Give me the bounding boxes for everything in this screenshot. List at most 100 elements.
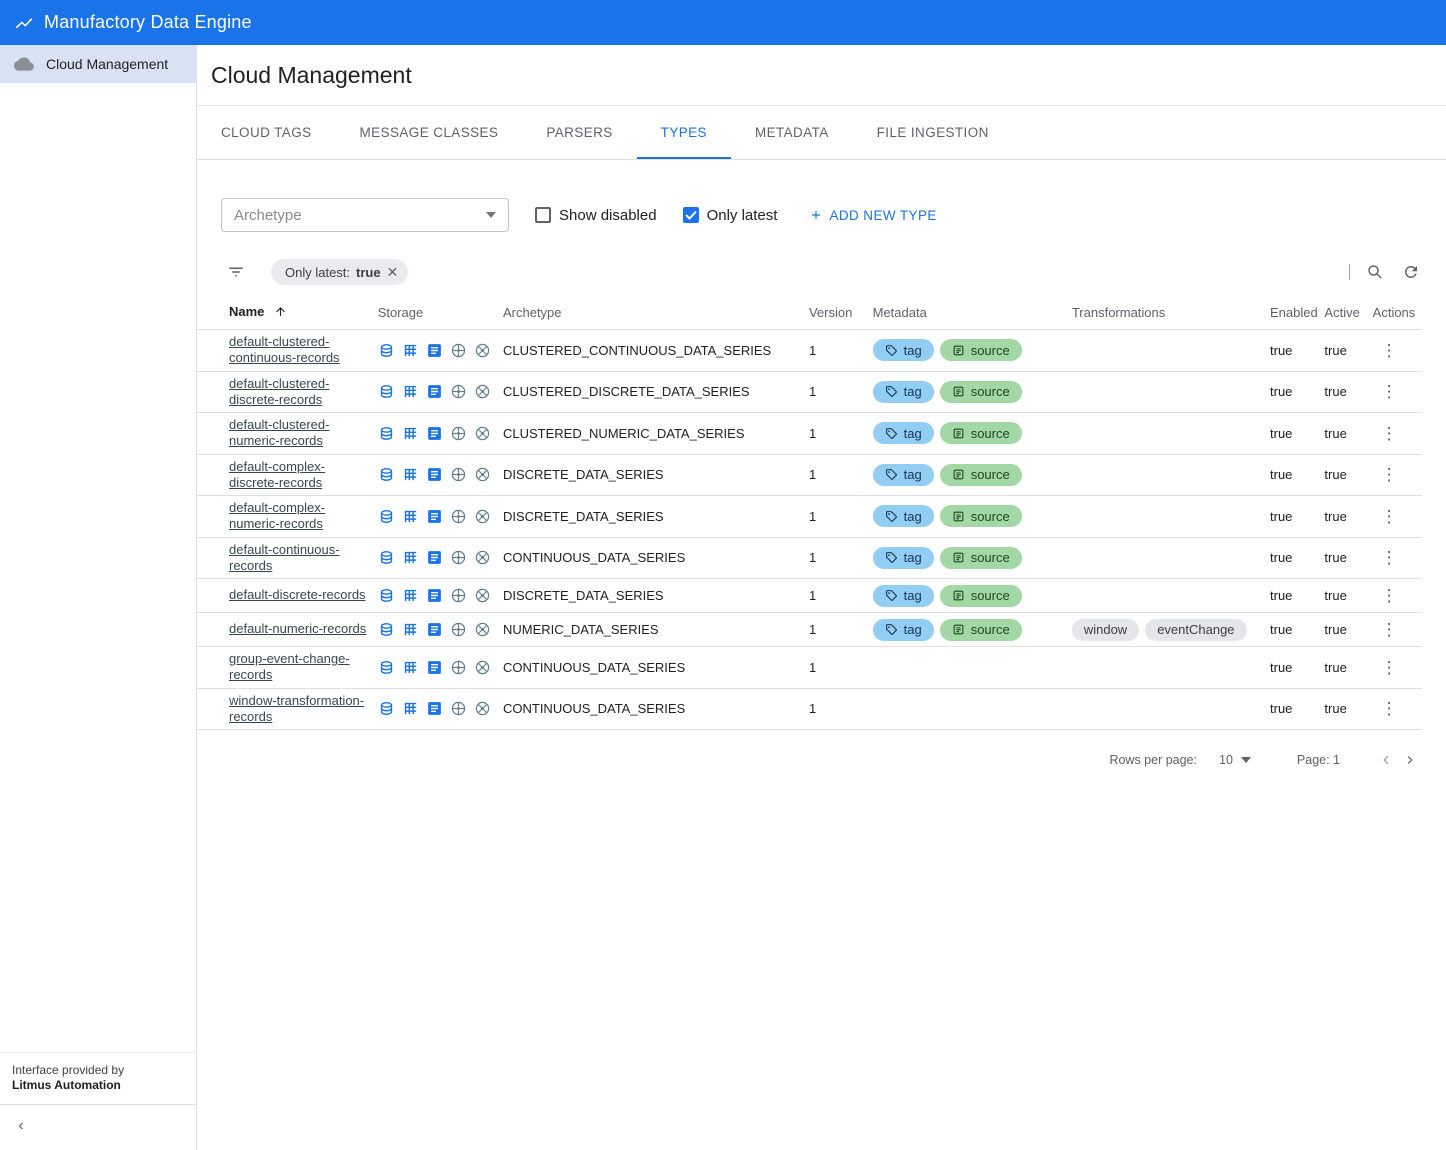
filter-list-icon[interactable] (227, 263, 245, 281)
node-icon[interactable] (474, 549, 491, 566)
database-icon[interactable] (378, 383, 395, 400)
source-chip[interactable]: source (940, 619, 1022, 641)
document-icon[interactable] (426, 549, 443, 566)
next-page-button[interactable] (1398, 748, 1422, 772)
tab-metadata[interactable]: METADATA (731, 106, 853, 159)
rows-per-page-select[interactable]: 10 (1219, 753, 1251, 767)
database-icon[interactable] (378, 425, 395, 442)
node-icon[interactable] (474, 383, 491, 400)
tag-chip[interactable]: tag (873, 547, 934, 569)
table-grid-icon[interactable] (402, 659, 419, 676)
only-latest-checkbox[interactable]: Only latest (683, 207, 778, 224)
source-chip[interactable]: source (940, 339, 1022, 361)
type-name-link[interactable]: default-complex-numeric-records (229, 500, 374, 533)
previous-page-button[interactable] (1374, 748, 1398, 772)
database-icon[interactable] (378, 587, 395, 604)
hub-icon[interactable] (450, 383, 467, 400)
table-grid-icon[interactable] (402, 587, 419, 604)
hub-icon[interactable] (450, 466, 467, 483)
hub-icon[interactable] (450, 342, 467, 359)
hub-icon[interactable] (450, 659, 467, 676)
node-icon[interactable] (474, 425, 491, 442)
row-actions-button[interactable]: ⋮ (1373, 462, 1406, 487)
database-icon[interactable] (378, 466, 395, 483)
type-name-link[interactable]: default-numeric-records (229, 621, 366, 637)
table-grid-icon[interactable] (402, 700, 419, 717)
source-chip[interactable]: source (940, 505, 1022, 527)
hub-icon[interactable] (450, 587, 467, 604)
collapse-sidebar-button[interactable] (14, 1117, 28, 1138)
tab-parsers[interactable]: PARSERS (522, 106, 636, 159)
tab-file-ingestion[interactable]: FILE INGESTION (853, 106, 1013, 159)
row-actions-button[interactable]: ⋮ (1373, 545, 1406, 570)
node-icon[interactable] (474, 621, 491, 638)
row-actions-button[interactable]: ⋮ (1373, 655, 1406, 680)
database-icon[interactable] (378, 342, 395, 359)
row-actions-button[interactable]: ⋮ (1373, 379, 1406, 404)
hub-icon[interactable] (450, 425, 467, 442)
type-name-link[interactable]: default-continuous-records (229, 542, 374, 575)
database-icon[interactable] (378, 621, 395, 638)
type-name-link[interactable]: default-clustered-discrete-records (229, 376, 374, 409)
node-icon[interactable] (474, 508, 491, 525)
row-actions-button[interactable]: ⋮ (1373, 583, 1406, 608)
node-icon[interactable] (474, 659, 491, 676)
sidebar-item-cloud-management[interactable]: Cloud Management (0, 45, 196, 83)
search-icon[interactable] (1364, 261, 1386, 283)
col-header-name[interactable]: Name (197, 298, 378, 330)
tag-chip[interactable]: tag (873, 619, 934, 641)
node-icon[interactable] (474, 466, 491, 483)
document-icon[interactable] (426, 466, 443, 483)
hub-icon[interactable] (450, 508, 467, 525)
refresh-icon[interactable] (1400, 261, 1422, 283)
table-grid-icon[interactable] (402, 425, 419, 442)
document-icon[interactable] (426, 700, 443, 717)
database-icon[interactable] (378, 508, 395, 525)
tag-chip[interactable]: tag (873, 464, 934, 486)
source-chip[interactable]: source (940, 381, 1022, 403)
node-icon[interactable] (474, 700, 491, 717)
tag-chip[interactable]: tag (873, 505, 934, 527)
table-grid-icon[interactable] (402, 549, 419, 566)
row-actions-button[interactable]: ⋮ (1373, 504, 1406, 529)
type-name-link[interactable]: default-complex-discrete-records (229, 459, 374, 492)
document-icon[interactable] (426, 425, 443, 442)
node-icon[interactable] (474, 587, 491, 604)
document-icon[interactable] (426, 508, 443, 525)
add-new-type-button[interactable]: ADD NEW TYPE (809, 208, 936, 223)
row-actions-button[interactable]: ⋮ (1373, 696, 1406, 721)
hub-icon[interactable] (450, 549, 467, 566)
row-actions-button[interactable]: ⋮ (1373, 421, 1406, 446)
document-icon[interactable] (426, 342, 443, 359)
database-icon[interactable] (378, 549, 395, 566)
tab-cloud-tags[interactable]: CLOUD TAGS (197, 106, 336, 159)
tag-chip[interactable]: tag (873, 339, 934, 361)
database-icon[interactable] (378, 659, 395, 676)
document-icon[interactable] (426, 587, 443, 604)
table-grid-icon[interactable] (402, 466, 419, 483)
tag-chip[interactable]: tag (873, 585, 934, 607)
table-grid-icon[interactable] (402, 383, 419, 400)
table-grid-icon[interactable] (402, 508, 419, 525)
tab-message-classes[interactable]: MESSAGE CLASSES (336, 106, 523, 159)
tag-chip[interactable]: tag (873, 422, 934, 444)
hub-icon[interactable] (450, 621, 467, 638)
source-chip[interactable]: source (940, 422, 1022, 444)
row-actions-button[interactable]: ⋮ (1373, 617, 1406, 642)
database-icon[interactable] (378, 700, 395, 717)
only-latest-filter-chip[interactable]: Only latest: true ✕ (271, 259, 408, 285)
archetype-select[interactable]: Archetype (221, 198, 509, 232)
type-name-link[interactable]: default-discrete-records (229, 587, 366, 603)
show-disabled-checkbox[interactable]: Show disabled (535, 207, 657, 224)
document-icon[interactable] (426, 383, 443, 400)
type-name-link[interactable]: default-clustered-numeric-records (229, 417, 374, 450)
type-name-link[interactable]: window-transformation-records (229, 693, 374, 726)
table-grid-icon[interactable] (402, 621, 419, 638)
transformation-chip[interactable]: eventChange (1145, 619, 1246, 641)
hub-icon[interactable] (450, 700, 467, 717)
tab-types[interactable]: TYPES (637, 106, 731, 159)
row-actions-button[interactable]: ⋮ (1373, 338, 1406, 363)
transformation-chip[interactable]: window (1072, 619, 1139, 641)
node-icon[interactable] (474, 342, 491, 359)
table-grid-icon[interactable] (402, 342, 419, 359)
